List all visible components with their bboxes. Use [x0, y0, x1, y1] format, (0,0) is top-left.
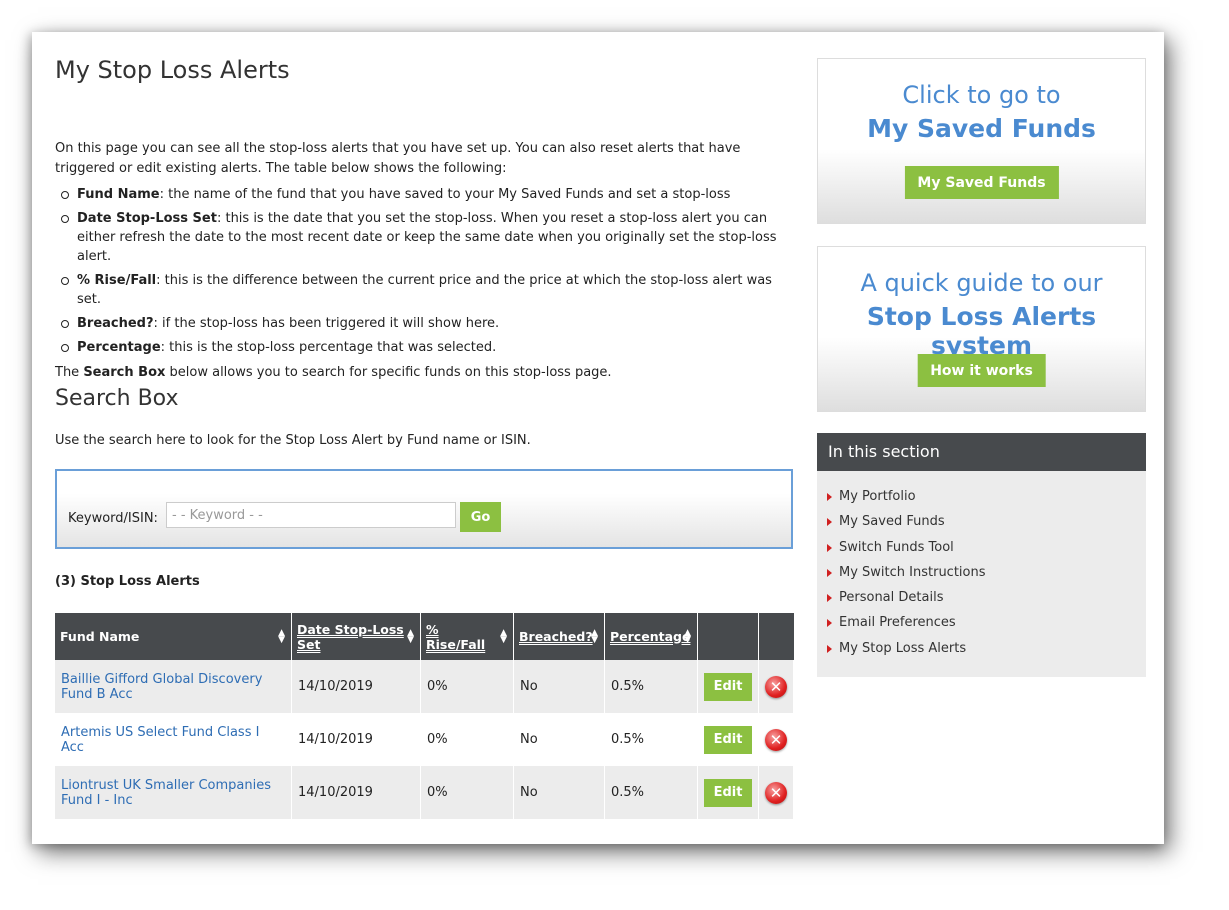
- how-it-works-button[interactable]: How it works: [917, 354, 1046, 387]
- delete-circle-x-icon[interactable]: ✕: [765, 675, 787, 698]
- fund-name-cell: Artemis US Select Fund Class I Acc: [55, 713, 292, 766]
- delete-cell: ✕: [758, 660, 794, 713]
- edit-button[interactable]: Edit: [704, 725, 752, 754]
- nav-item-personal-details[interactable]: Personal Details: [827, 590, 1146, 615]
- nav-item-switch-funds-tool[interactable]: Switch Funds Tool: [827, 540, 1146, 565]
- breached-cell: No: [513, 766, 605, 819]
- fund-link[interactable]: Baillie Gifford Global Discovery Fund B …: [61, 672, 262, 702]
- delete-cell: ✕: [758, 766, 794, 819]
- bullet-breached: Breached?: if the stop-loss has been tri…: [61, 314, 795, 333]
- table-row: Artemis US Select Fund Class I Acc 14/10…: [55, 713, 794, 766]
- search-panel: Keyword/ISIN: Go: [55, 469, 793, 549]
- col-rise-fall[interactable]: % Rise/Fall ▲ ▼: [420, 613, 514, 660]
- nav-item-my-portfolio[interactable]: My Portfolio: [827, 489, 1146, 514]
- breached-cell: No: [513, 660, 605, 713]
- delete-circle-x-icon[interactable]: ✕: [765, 728, 787, 751]
- fund-link[interactable]: Liontrust UK Smaller Companies Fund I - …: [61, 778, 271, 808]
- section-nav-list: My Portfolio My Saved Funds Switch Funds…: [817, 471, 1146, 666]
- nav-item-my-saved-funds[interactable]: My Saved Funds: [827, 514, 1146, 539]
- percentage-cell: 0.5%: [604, 766, 698, 819]
- saved-funds-promo[interactable]: Click to go to My Saved Funds My Saved F…: [817, 58, 1146, 224]
- bullet-percentage: Percentage: this is the stop-loss percen…: [61, 338, 795, 357]
- fund-name-cell: Liontrust UK Smaller Companies Fund I - …: [55, 766, 292, 819]
- delete-circle-x-icon[interactable]: ✕: [765, 781, 787, 804]
- intro-text: On this page you can see all the stop-lo…: [55, 141, 741, 176]
- search-box-title: Search Box: [55, 386, 179, 411]
- sort-arrows-icon: ▲ ▼: [407, 627, 414, 645]
- col-percentage[interactable]: Percentage ▲ ▼: [604, 613, 698, 660]
- fund-link[interactable]: Artemis US Select Fund Class I Acc: [61, 725, 259, 755]
- edit-button[interactable]: Edit: [704, 672, 752, 701]
- search-label: Keyword/ISIN:: [68, 511, 158, 526]
- rise-fall-cell: 0%: [420, 766, 514, 819]
- bullet-rise-fall: % Rise/Fall: this is the difference betw…: [61, 271, 795, 309]
- promo-line2: Stop Loss Alerts system: [866, 302, 1097, 360]
- promo-line2: My Saved Funds: [867, 114, 1096, 143]
- date-cell: 14/10/2019: [291, 660, 421, 713]
- sort-arrows-icon: ▲ ▼: [278, 627, 285, 645]
- fund-name-cell: Baillie Gifford Global Discovery Fund B …: [55, 660, 292, 713]
- bullet-fund-name: Fund Name: the name of the fund that you…: [61, 185, 795, 204]
- go-button[interactable]: Go: [460, 502, 501, 532]
- promo-line1: Click to go to: [902, 81, 1061, 109]
- table-row: Liontrust UK Smaller Companies Fund I - …: [55, 766, 794, 819]
- search-description: Use the search here to look for the Stop…: [55, 433, 531, 448]
- table-row: Baillie Gifford Global Discovery Fund B …: [55, 660, 794, 713]
- page-container: My Stop Loss Alerts On this page you can…: [32, 32, 1164, 844]
- nav-item-my-switch-instructions[interactable]: My Switch Instructions: [827, 565, 1146, 590]
- section-nav-title: In this section: [817, 433, 1146, 471]
- alerts-count-title: (3) Stop Loss Alerts: [55, 574, 200, 589]
- keyword-input[interactable]: [166, 502, 456, 528]
- col-fund-name[interactable]: Fund Name ▲ ▼: [55, 613, 292, 660]
- sort-arrows-icon: ▲ ▼: [591, 627, 598, 645]
- intro-section: On this page you can see all the stop-lo…: [55, 139, 795, 383]
- edit-cell: Edit: [697, 766, 759, 819]
- col-breached[interactable]: Breached? ▲ ▼: [513, 613, 605, 660]
- col-date-set[interactable]: Date Stop-Loss Set ▲ ▼: [291, 613, 421, 660]
- percentage-cell: 0.5%: [604, 660, 698, 713]
- nav-item-my-stop-loss-alerts[interactable]: My Stop Loss Alerts: [827, 641, 1146, 666]
- rise-fall-cell: 0%: [420, 660, 514, 713]
- guide-promo[interactable]: A quick guide to our Stop Loss Alerts sy…: [817, 246, 1146, 412]
- section-nav: In this section My Portfolio My Saved Fu…: [817, 433, 1146, 677]
- col-edit: [697, 613, 759, 660]
- edit-cell: Edit: [697, 660, 759, 713]
- rise-fall-cell: 0%: [420, 713, 514, 766]
- date-cell: 14/10/2019: [291, 766, 421, 819]
- delete-cell: ✕: [758, 713, 794, 766]
- col-delete: [758, 613, 794, 660]
- sort-arrows-icon: ▲ ▼: [684, 627, 691, 645]
- edit-cell: Edit: [697, 713, 759, 766]
- nav-item-email-preferences[interactable]: Email Preferences: [827, 615, 1146, 640]
- column-explanations: Fund Name: the name of the fund that you…: [55, 185, 795, 357]
- bullet-date-set: Date Stop-Loss Set: this is the date tha…: [61, 209, 795, 266]
- date-cell: 14/10/2019: [291, 713, 421, 766]
- sort-arrows-icon: ▲ ▼: [500, 627, 507, 645]
- breached-cell: No: [513, 713, 605, 766]
- search-note: The Search Box below allows you to searc…: [55, 365, 612, 380]
- promo-line1: A quick guide to our: [860, 269, 1103, 297]
- page-title: My Stop Loss Alerts: [55, 56, 290, 84]
- edit-button[interactable]: Edit: [704, 778, 752, 807]
- percentage-cell: 0.5%: [604, 713, 698, 766]
- alerts-table: Fund Name ▲ ▼ Date Stop-Loss Set ▲ ▼ % Ris…: [55, 613, 794, 819]
- my-saved-funds-button[interactable]: My Saved Funds: [904, 166, 1059, 199]
